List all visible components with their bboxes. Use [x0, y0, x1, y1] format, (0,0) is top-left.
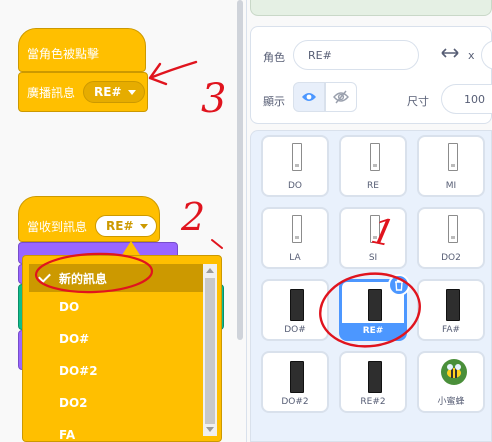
sprite-tile[interactable]: DO#2	[261, 351, 329, 413]
dropdown-item-label: 新的訊息	[59, 271, 108, 286]
x-label: x	[468, 49, 475, 62]
sprite-tile-name: DO#2	[281, 397, 309, 407]
sprite-tile-name: DO2	[441, 253, 461, 263]
bee-icon	[441, 359, 467, 385]
sprite-tile[interactable]: RE#2	[339, 351, 407, 413]
scroll-down-icon[interactable]	[206, 427, 214, 432]
size-input[interactable]: 100	[441, 84, 492, 114]
chevron-down-icon	[127, 89, 136, 95]
dropdown-item[interactable]: DO#	[29, 325, 203, 353]
sprite-tile[interactable]: DO2	[417, 207, 485, 269]
sprite-list: DO RE MI LA SI DO2 DO# RE# FA# DO#2 RE#2	[250, 130, 492, 442]
dropdown-scrollbar[interactable]	[203, 264, 217, 436]
when-sprite-clicked-block[interactable]: 當角色被點擊	[18, 28, 146, 72]
hide-sprite-button[interactable]	[325, 82, 357, 112]
sprite-tile-name: LA	[289, 253, 301, 263]
sprite-tile[interactable]: RE	[339, 135, 407, 197]
sprite-tile[interactable]: DO#	[261, 279, 329, 341]
dropdown-item-label: DO#2	[59, 364, 98, 378]
block-label: 當角色被點擊	[27, 46, 100, 61]
pane-divider	[246, 0, 247, 442]
sprite-tile-name: 小蜜蜂	[437, 397, 465, 407]
sprite-tile-name: FA#	[441, 325, 461, 335]
sprite-name-input[interactable]: RE#	[293, 40, 419, 70]
broadcast-message-dropdown[interactable]: RE#	[83, 81, 145, 103]
code-area[interactable]: 當角色被點擊 廣播訊息 RE# 當收到訊息 RE# 新的訊息 DO DO# DO…	[0, 0, 234, 442]
dropdown-item-label: FA	[59, 428, 76, 442]
dropdown-item[interactable]: DO#2	[29, 357, 203, 385]
dropdown-value: RE#	[94, 85, 122, 99]
eye-slash-icon	[333, 90, 349, 104]
sprite-thumbnail	[290, 289, 304, 321]
sprite-thumbnail	[448, 143, 458, 171]
scrollbar-thumb[interactable]	[237, 0, 243, 340]
sprite-thumbnail	[368, 361, 382, 393]
sprite-tile[interactable]: LA	[261, 207, 329, 269]
scroll-up-icon[interactable]	[206, 268, 214, 273]
dropdown-value: RE#	[106, 219, 134, 233]
block-label: 當收到訊息	[27, 219, 88, 234]
chevron-down-icon	[139, 223, 148, 229]
dropdown-item[interactable]: DO2	[29, 389, 203, 417]
stage-preview-edge	[250, 0, 492, 16]
sprite-tile[interactable]: DO	[261, 135, 329, 197]
message-dropdown-menu[interactable]: 新的訊息 DO DO# DO#2 DO2 FA	[22, 255, 222, 442]
dropdown-item[interactable]: FA	[29, 421, 203, 442]
dropdown-item-label: DO	[59, 300, 80, 314]
eye-icon	[302, 93, 316, 101]
sprite-thumbnail	[290, 361, 304, 393]
sprite-thumbnail	[446, 289, 460, 321]
dropdown-item-label: DO#	[59, 332, 90, 346]
sprite-tile-name: MI	[445, 181, 457, 191]
sprite-thumbnail	[448, 215, 458, 243]
receive-message-dropdown[interactable]: RE#	[95, 215, 157, 237]
x-position-input[interactable]	[481, 40, 492, 70]
dropdown-item-label: DO2	[59, 396, 88, 410]
sprite-thumbnail	[292, 215, 302, 243]
sprite-tile-name: RE	[367, 181, 379, 191]
x-position-icon	[441, 47, 459, 62]
sprite-tile[interactable]: FA#	[417, 279, 485, 341]
show-sprite-button[interactable]	[293, 82, 325, 112]
size-label: 尺寸	[407, 95, 429, 108]
sprite-thumbnail	[370, 215, 380, 243]
scrollbar-thumb[interactable]	[205, 278, 215, 424]
sprite-thumbnail	[368, 289, 382, 321]
sprite-name-label: 角色	[263, 51, 285, 64]
dropdown-item-new-message[interactable]: 新的訊息	[29, 264, 203, 292]
sprite-thumbnail	[370, 143, 380, 171]
sprite-info-panel: 角色 RE# x 顯示 尺寸 100	[250, 26, 492, 124]
sprite-tile[interactable]: 小蜜蜂	[417, 351, 485, 413]
sprite-tile-name: DO	[287, 181, 302, 191]
trash-icon	[395, 279, 403, 291]
broadcast-block[interactable]: 廣播訊息 RE#	[18, 72, 148, 112]
sprite-thumbnail	[292, 143, 302, 171]
block-label: 廣播訊息	[27, 85, 76, 100]
sprite-tile[interactable]: SI	[339, 207, 407, 269]
show-label: 顯示	[263, 95, 285, 108]
code-area-scrollbar[interactable]	[236, 0, 244, 442]
dropdown-pointer	[122, 241, 140, 255]
sprite-tile-name: SI	[368, 253, 378, 263]
when-i-receive-block[interactable]: 當收到訊息 RE#	[18, 196, 160, 242]
sprite-tile-name: RE#	[341, 323, 405, 339]
sprite-tile-name: DO#	[284, 325, 306, 335]
delete-sprite-button[interactable]	[388, 274, 410, 296]
sprite-name-value: RE#	[308, 48, 332, 62]
sprite-tile[interactable]: MI	[417, 135, 485, 197]
sprite-tile-name: RE#2	[360, 397, 386, 407]
size-value: 100	[464, 92, 485, 106]
dropdown-item[interactable]: DO	[29, 293, 203, 321]
